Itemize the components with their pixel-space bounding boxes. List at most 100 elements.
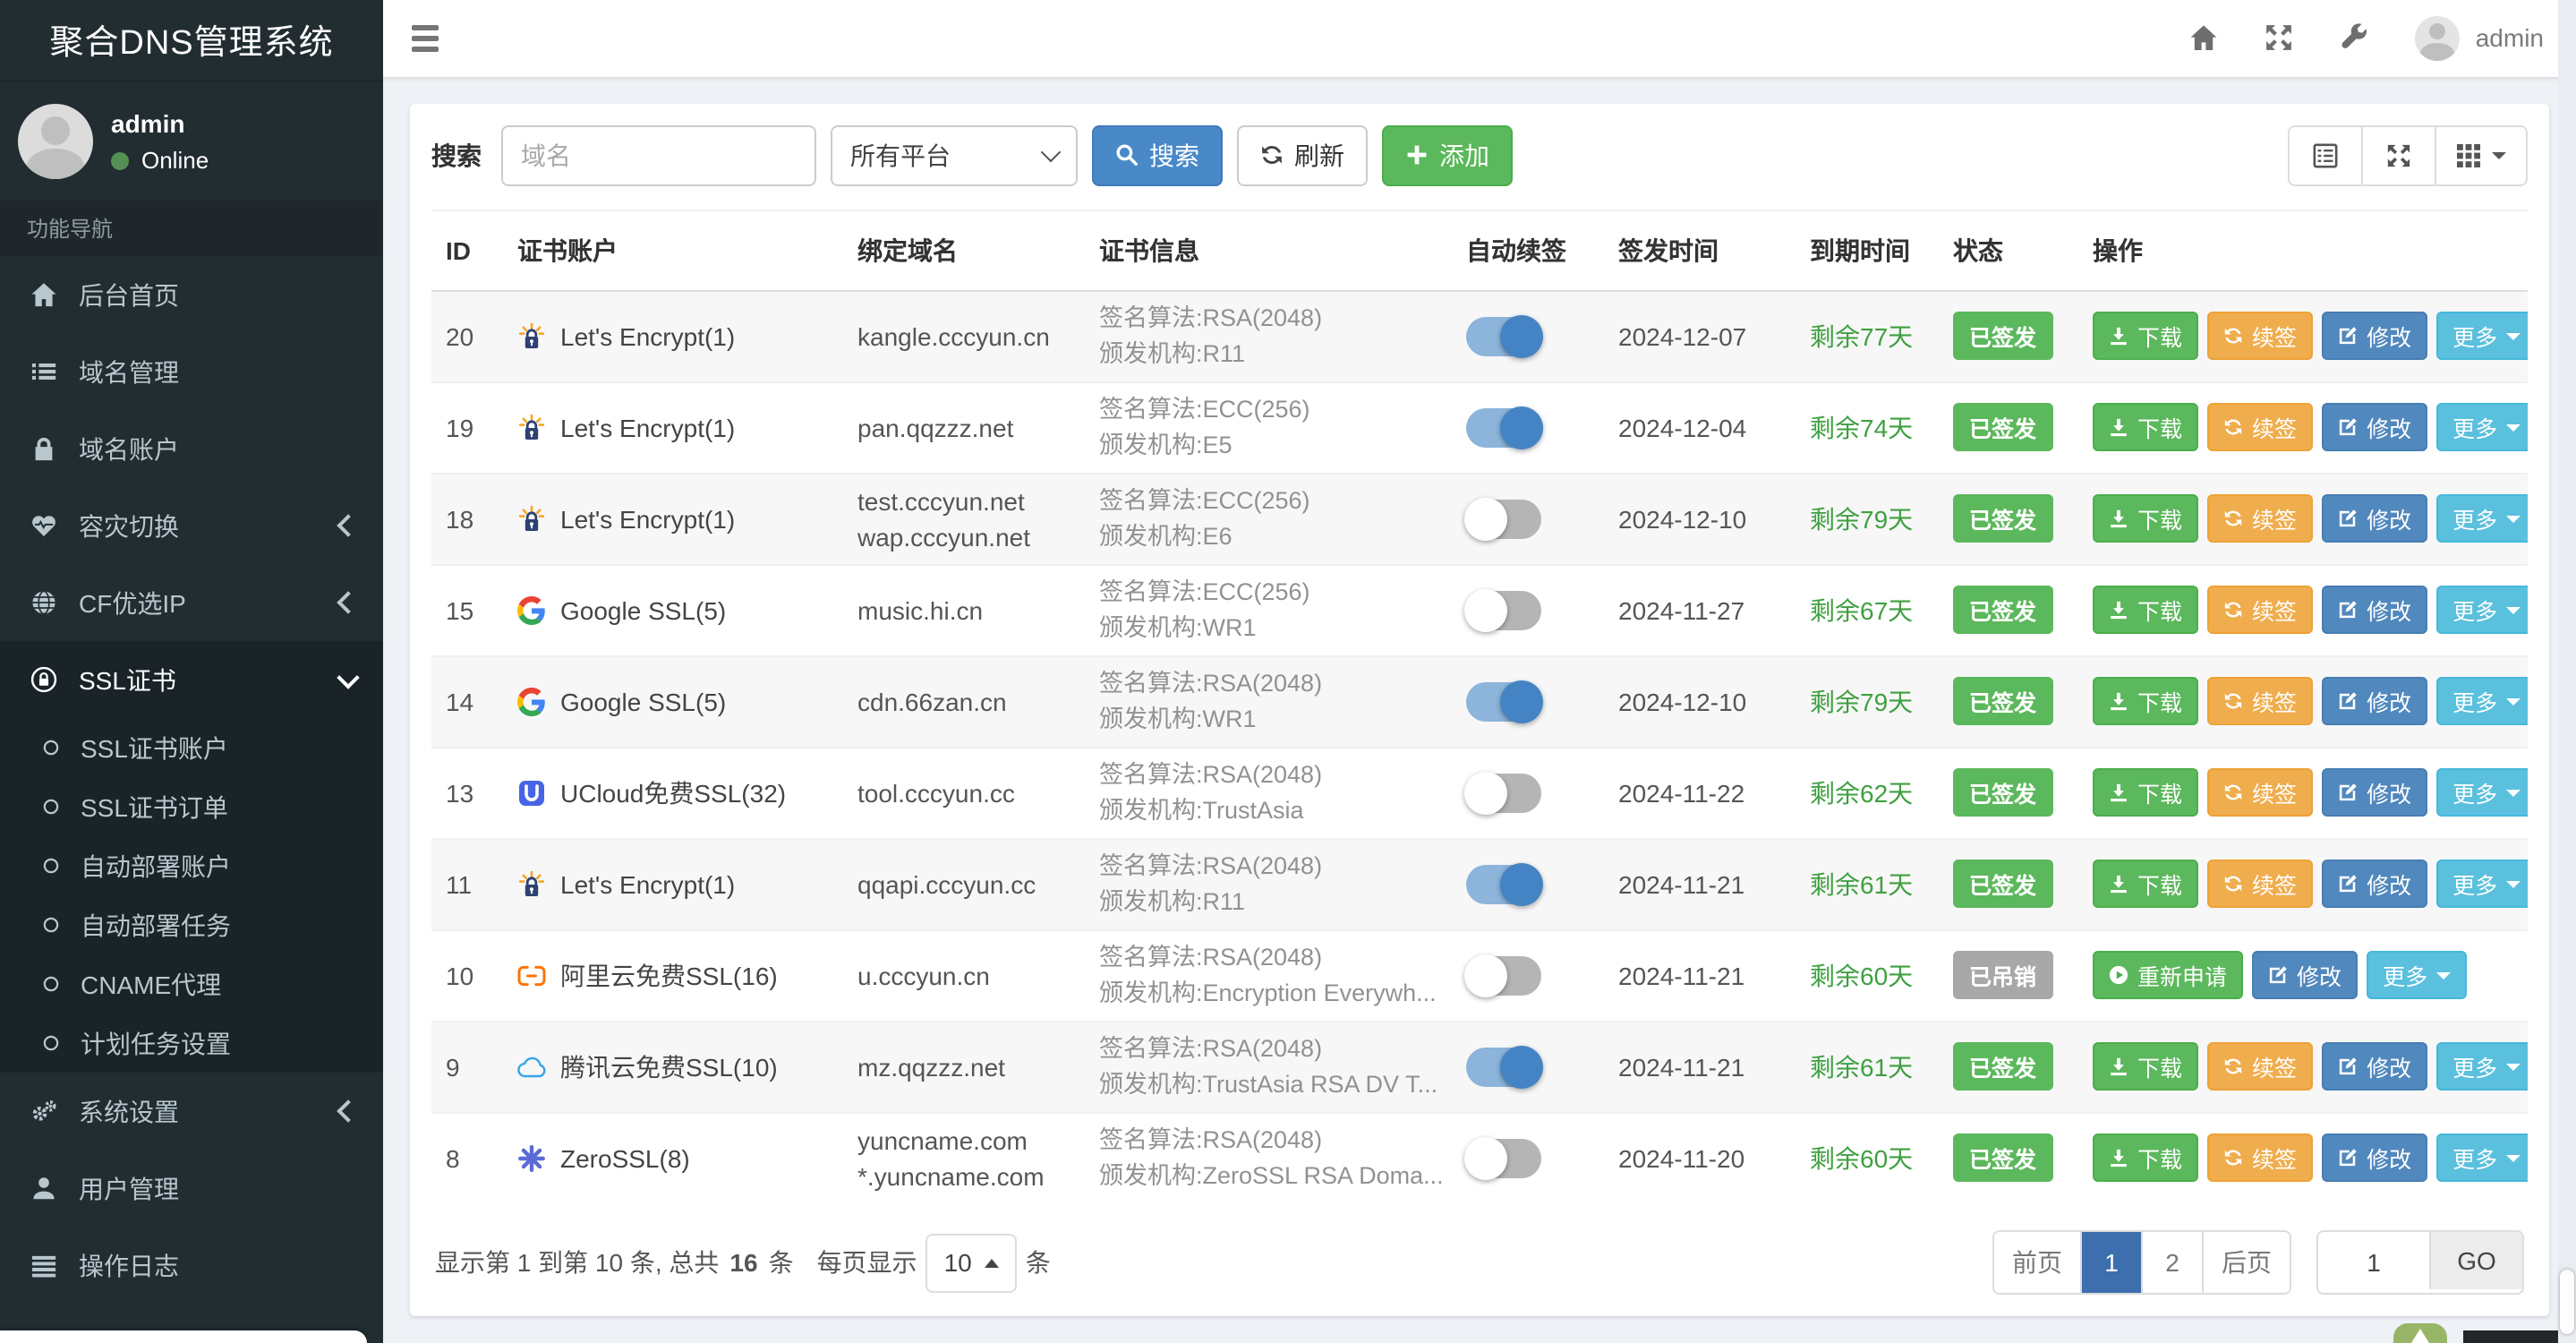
renew-button[interactable]: 续签 [2207, 494, 2314, 543]
auto-renew-toggle[interactable] [1466, 314, 1543, 357]
sidebar-item-system-settings[interactable]: 系统设置 [0, 1073, 383, 1150]
sidebar-item-op-logs[interactable]: 操作日志 [0, 1227, 383, 1304]
page-size-select[interactable]: 10 [925, 1233, 1017, 1292]
page-button-2[interactable]: 2 [2141, 1232, 2202, 1293]
auto-renew-toggle[interactable] [1466, 406, 1543, 449]
tools-icon[interactable] [2340, 23, 2368, 53]
more-button[interactable]: 更多 [2436, 586, 2528, 634]
sidebar-item-user-manage[interactable]: 用户管理 [0, 1150, 383, 1227]
more-button[interactable]: 更多 [2436, 860, 2528, 908]
status-badge: 已签发 [1953, 403, 2053, 451]
fullscreen-table-button[interactable] [2361, 124, 2436, 185]
more-button[interactable]: 更多 [2436, 1133, 2528, 1183]
renew-button[interactable]: 续签 [2207, 860, 2314, 908]
sidebar-item-ssl-cert[interactable]: SSL证书 [0, 641, 383, 718]
auto-renew-toggle[interactable] [1464, 1136, 1541, 1180]
renew-button[interactable]: 续签 [2207, 1042, 2314, 1091]
more-button[interactable]: 更多 [2367, 951, 2468, 999]
columns-button[interactable] [2435, 124, 2528, 185]
circle-icon [41, 974, 61, 994]
refresh-icon [2223, 417, 2243, 437]
sidebar-item-deploy-tasks[interactable]: 自动部署任务 [0, 895, 383, 954]
more-button[interactable]: 更多 [2436, 768, 2528, 817]
sidebar-item-domain-accounts[interactable]: 域名账户 [0, 410, 383, 487]
prev-page-button[interactable]: 前页 [1994, 1232, 2080, 1293]
sidebar-item-domain-manage[interactable]: 域名管理 [0, 333, 383, 410]
edit-button[interactable]: 修改 [2322, 677, 2428, 725]
auto-renew-toggle[interactable] [1464, 497, 1541, 540]
renew-button[interactable]: 续签 [2207, 677, 2314, 725]
download-button[interactable]: 下载 [2093, 860, 2199, 908]
edit-icon [2338, 874, 2358, 894]
more-button[interactable]: 更多 [2436, 1042, 2528, 1091]
support-widget[interactable] [2393, 1323, 2447, 1343]
more-button[interactable]: 更多 [2436, 403, 2528, 451]
domain-name: music.hi.cn [857, 595, 984, 624]
renew-button[interactable]: 续签 [2207, 1133, 2314, 1183]
sidebar-item-cron-settings[interactable]: 计划任务设置 [0, 1014, 383, 1073]
download-button[interactable]: 下载 [2093, 403, 2199, 451]
download-button[interactable]: 下载 [2093, 1042, 2199, 1091]
goto-page-input[interactable] [2318, 1232, 2429, 1293]
auto-renew-toggle[interactable] [1466, 1045, 1543, 1088]
auto-renew-toggle[interactable] [1466, 862, 1543, 905]
renew-button[interactable]: 续签 [2207, 312, 2314, 360]
scrollbar-thumb[interactable] [2560, 1270, 2574, 1334]
renew-button[interactable]: 续签 [2207, 403, 2314, 451]
reapply-button[interactable]: 重新申请 [2093, 951, 2244, 999]
edit-button[interactable]: 修改 [2322, 312, 2428, 360]
page-button-1[interactable]: 1 [2080, 1232, 2141, 1293]
edit-button[interactable]: 修改 [2322, 860, 2428, 908]
renew-button[interactable]: 续签 [2207, 586, 2314, 634]
refresh-button[interactable]: 刷新 [1237, 124, 1368, 185]
sidebar-item-cname-proxy[interactable]: CNAME代理 [0, 954, 383, 1014]
home-icon[interactable] [2189, 24, 2218, 53]
caret-down-icon [2492, 151, 2506, 158]
edit-button[interactable]: 修改 [2322, 1042, 2428, 1091]
download-button[interactable]: 下载 [2093, 312, 2199, 360]
edit-button[interactable]: 修改 [2322, 768, 2428, 817]
user-status: Online [111, 147, 209, 174]
toggle-knob [1500, 1045, 1543, 1088]
edit-button[interactable]: 修改 [2322, 494, 2428, 543]
sidebar-item-cf-ip[interactable]: CF优选IP [0, 564, 383, 641]
toggle-view-button[interactable] [2288, 124, 2363, 185]
auto-renew-toggle[interactable] [1464, 954, 1541, 997]
more-button[interactable]: 更多 [2436, 677, 2528, 725]
sidebar-item-dashboard[interactable]: 后台首页 [0, 256, 383, 333]
auto-renew-toggle[interactable] [1466, 680, 1543, 723]
download-button[interactable]: 下载 [2093, 586, 2199, 634]
renew-button[interactable]: 续签 [2207, 768, 2314, 817]
grid-icon [2457, 143, 2480, 167]
search-button[interactable]: 搜索 [1092, 124, 1223, 185]
download-button[interactable]: 下载 [2093, 677, 2199, 725]
platform-select[interactable]: 所有平台 [831, 124, 1078, 185]
go-button[interactable]: GO [2429, 1232, 2522, 1289]
scrollbar[interactable] [2558, 0, 2576, 1343]
sidebar-item-ssl-orders[interactable]: SSL证书订单 [0, 777, 383, 836]
download-button[interactable]: 下载 [2093, 494, 2199, 543]
caret-down-icon [2506, 789, 2521, 796]
auto-renew-toggle[interactable] [1464, 771, 1541, 814]
edit-button[interactable]: 修改 [2252, 951, 2358, 999]
sidebar-item-deploy-accounts[interactable]: 自动部署账户 [0, 836, 383, 895]
download-button[interactable]: 下载 [2093, 768, 2199, 817]
domain-search-input[interactable] [501, 124, 816, 185]
sidebar-toggle-button[interactable] [405, 18, 446, 59]
more-button[interactable]: 更多 [2436, 494, 2528, 543]
user-menu[interactable]: admin [2414, 15, 2544, 61]
fullscreen-icon[interactable] [2265, 24, 2293, 53]
caret-down-icon [2506, 1063, 2521, 1070]
edit-button[interactable]: 修改 [2322, 1133, 2428, 1183]
auto-renew-toggle[interactable] [1464, 588, 1541, 631]
edit-button[interactable]: 修改 [2322, 586, 2428, 634]
edit-button[interactable]: 修改 [2322, 403, 2428, 451]
download-icon [2109, 691, 2128, 711]
sidebar-item-ssl-accounts[interactable]: SSL证书账户 [0, 718, 383, 777]
add-button[interactable]: 添加 [1382, 124, 1513, 185]
next-page-button[interactable]: 后页 [2202, 1232, 2290, 1293]
download-button[interactable]: 下载 [2093, 1133, 2199, 1183]
table-row: 14 Google SSL(5) cdn.66zan.cn 签名算法:RSA(2048… [431, 654, 2528, 747]
sidebar-item-failover[interactable]: 容灾切换 [0, 487, 383, 564]
more-button[interactable]: 更多 [2436, 312, 2528, 360]
